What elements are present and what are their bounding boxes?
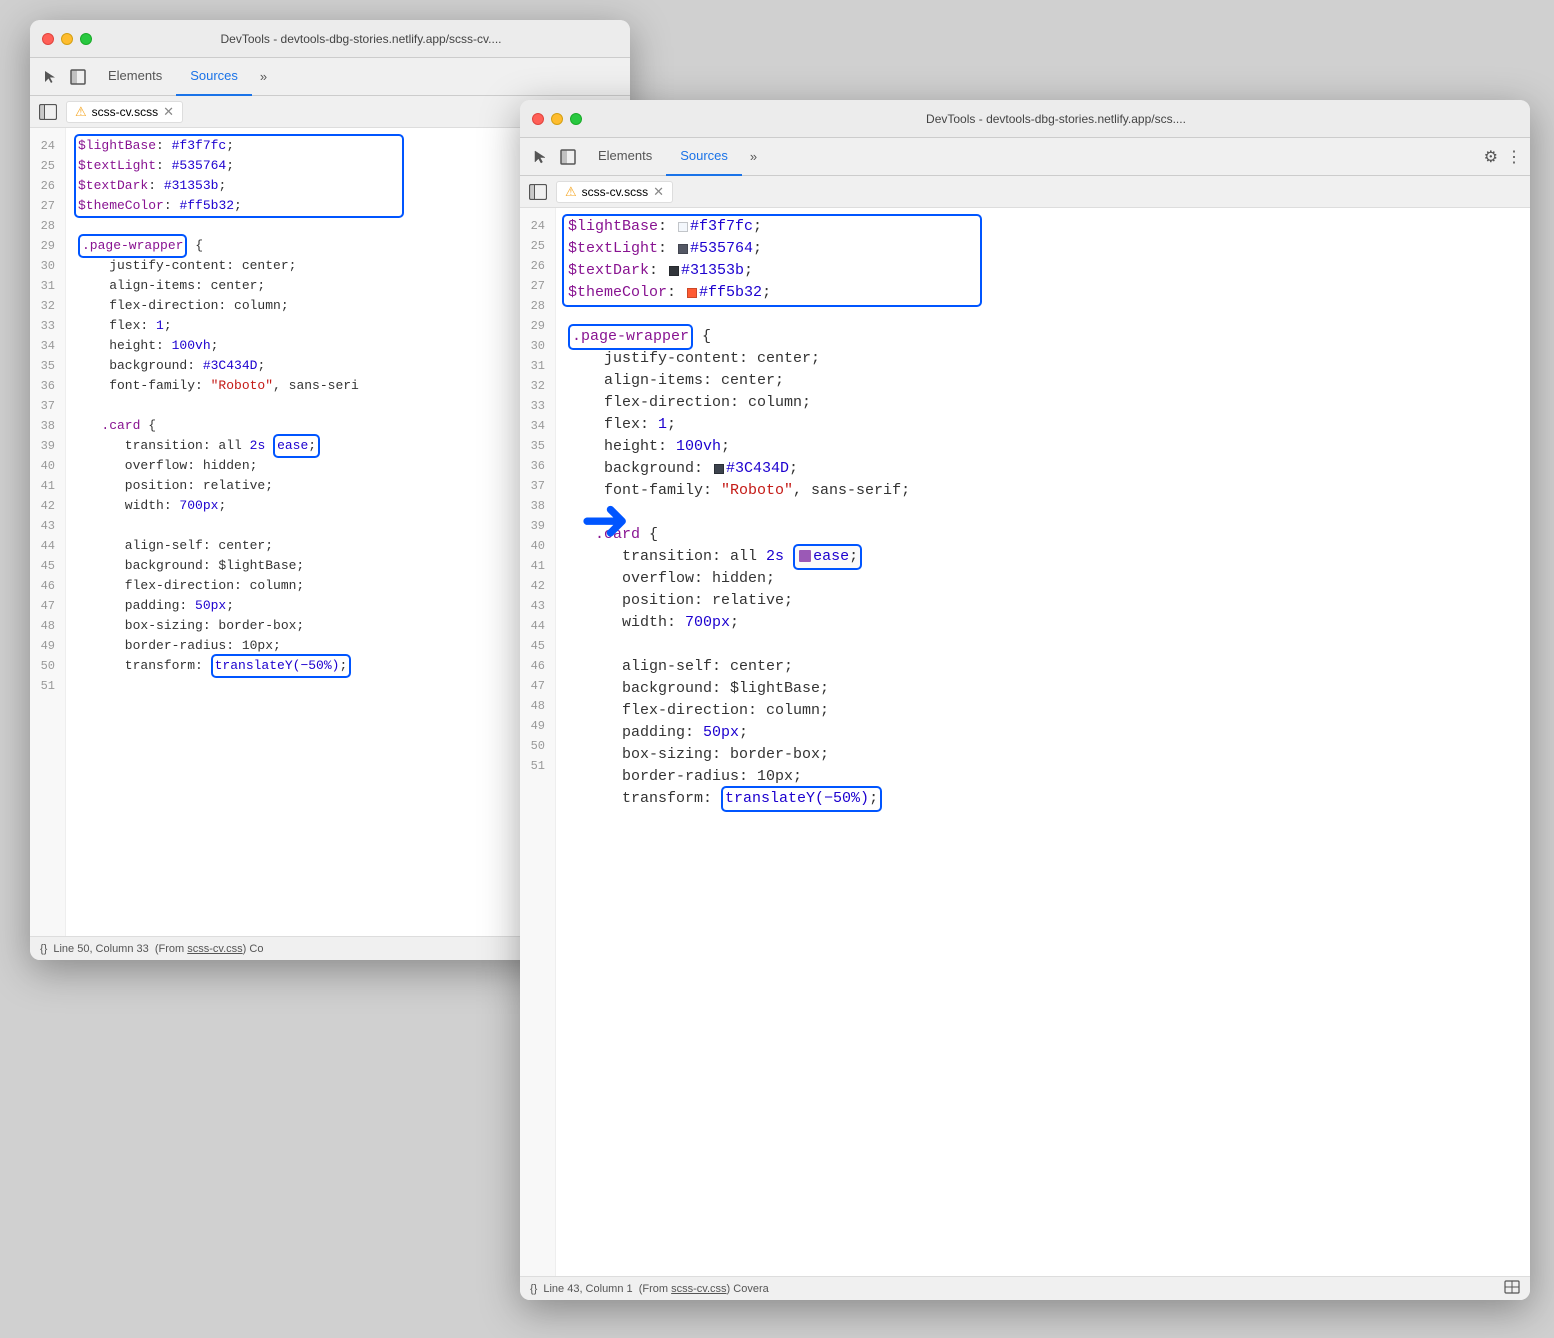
file-tab-1[interactable]: ⚠ scss-cv.scss ✕ bbox=[66, 101, 183, 123]
swatch-ff5b32 bbox=[687, 288, 697, 298]
titlebar-1: DevTools - devtools-dbg-stories.netlify.… bbox=[30, 20, 630, 58]
file-close-2[interactable]: ✕ bbox=[653, 184, 664, 200]
line-numbers-1: 2425262728293031323334353637383940414243… bbox=[30, 128, 66, 936]
r2-code-line-51 bbox=[568, 810, 1530, 832]
more-tabs-2[interactable]: » bbox=[742, 149, 765, 164]
more-options-icon-2[interactable]: ⋮ bbox=[1506, 147, 1522, 167]
settings-icon-2[interactable]: ⚙ bbox=[1484, 147, 1498, 167]
window-title-2: DevTools - devtools-dbg-stories.netlify.… bbox=[594, 112, 1518, 126]
tab-elements-2[interactable]: Elements bbox=[584, 138, 666, 176]
r2-code-line-32: flex-direction: column; bbox=[568, 392, 1530, 414]
r2-code-line-46: flex-direction: column; bbox=[568, 700, 1530, 722]
devtools-tabbar-2: Elements Sources » ⚙ ⋮ bbox=[520, 138, 1530, 176]
r2-code-line-37 bbox=[568, 502, 1530, 524]
close-button-2[interactable] bbox=[532, 113, 544, 125]
r2-code-line-25: $textLight: #535764; bbox=[568, 238, 1530, 260]
status-text-2: Line 43, Column 1 (From scss-cv.css) Cov… bbox=[543, 1283, 768, 1295]
minimize-button-1[interactable] bbox=[61, 33, 73, 45]
r2-code-line-26: $textDark: #31353b; bbox=[568, 260, 1530, 282]
ease-icon bbox=[799, 550, 811, 562]
r2-code-line-29: .page-wrapper { bbox=[568, 326, 1530, 348]
sidebar-toggle-1[interactable] bbox=[38, 102, 58, 122]
r2-code-line-47: padding: 50px; bbox=[568, 722, 1530, 744]
swatch-31353b bbox=[669, 266, 679, 276]
r2-code-line-50: transform: translateY(−50%); bbox=[568, 788, 1530, 810]
panel-icon-1[interactable] bbox=[66, 65, 90, 89]
cursor-icon-1[interactable] bbox=[38, 65, 62, 89]
r2-code-line-24: $lightBase: #f3f7fc; bbox=[568, 216, 1530, 238]
traffic-lights-1 bbox=[42, 33, 92, 45]
r2-code-line-49: border-radius: 10px; bbox=[568, 766, 1530, 788]
window-title-1: DevTools - devtools-dbg-stories.netlify.… bbox=[104, 32, 618, 46]
maximize-button-1[interactable] bbox=[80, 33, 92, 45]
tab-sources-1[interactable]: Sources bbox=[176, 58, 252, 96]
r2-code-line-43 bbox=[568, 634, 1530, 656]
r2-code-line-39: transition: all 2s ease; bbox=[568, 546, 1530, 568]
big-arrow: ➜ bbox=[580, 490, 630, 550]
status-link-1[interactable]: scss-cv.css bbox=[187, 943, 242, 955]
titlebar-2: DevTools - devtools-dbg-stories.netlify.… bbox=[520, 100, 1530, 138]
file-tab-2[interactable]: ⚠ scss-cv.scss ✕ bbox=[556, 181, 673, 203]
file-name-1: scss-cv.scss bbox=[92, 105, 158, 119]
swatch-3c434d bbox=[714, 464, 724, 474]
sources-toolbar-2: ⚠ scss-cv.scss ✕ bbox=[520, 176, 1530, 208]
r2-code-line-41: position: relative; bbox=[568, 590, 1530, 612]
cursor-icon-2[interactable] bbox=[528, 145, 552, 169]
panel-icon-2[interactable] bbox=[556, 145, 580, 169]
devtools-window-2: DevTools - devtools-dbg-stories.netlify.… bbox=[520, 100, 1530, 1300]
warning-icon-2: ⚠ bbox=[565, 184, 577, 200]
r2-code-line-48: box-sizing: border-box; bbox=[568, 744, 1530, 766]
code-content-2: $lightBase: #f3f7fc; $textLight: #535764… bbox=[556, 208, 1530, 1276]
braces-icon-1: {} bbox=[40, 943, 47, 955]
more-tabs-1[interactable]: » bbox=[252, 69, 275, 84]
settings-area-2: ⚙ ⋮ bbox=[1484, 147, 1522, 167]
file-close-1[interactable]: ✕ bbox=[163, 104, 174, 120]
maximize-button-2[interactable] bbox=[570, 113, 582, 125]
r2-code-line-35: background: #3C434D; bbox=[568, 458, 1530, 480]
warning-icon-1: ⚠ bbox=[75, 104, 87, 120]
r2-code-line-42: width: 700px; bbox=[568, 612, 1530, 634]
sidebar-toggle-2[interactable] bbox=[528, 182, 548, 202]
r2-code-line-27: $themeColor: #ff5b32; bbox=[568, 282, 1530, 304]
devtools-tabbar-1: Elements Sources » bbox=[30, 58, 630, 96]
r2-code-line-33: flex: 1; bbox=[568, 414, 1530, 436]
coverage-icon bbox=[1504, 1279, 1520, 1298]
r2-code-line-31: align-items: center; bbox=[568, 370, 1530, 392]
code-editor-2: 2425262728293031323334353637383940414243… bbox=[520, 208, 1530, 1276]
status-text-1: Line 50, Column 33 (From scss-cv.css) Co bbox=[53, 943, 263, 955]
braces-icon-2: {} bbox=[530, 1283, 537, 1295]
r2-code-line-28 bbox=[568, 304, 1530, 326]
swatch-535764 bbox=[678, 244, 688, 254]
tab-elements-1[interactable]: Elements bbox=[94, 58, 176, 96]
file-name-2: scss-cv.scss bbox=[582, 185, 648, 199]
r2-code-line-30: justify-content: center; bbox=[568, 348, 1530, 370]
line-numbers-2: 2425262728293031323334353637383940414243… bbox=[520, 208, 556, 1276]
status-link-2[interactable]: scss-cv.css bbox=[671, 1283, 726, 1295]
r2-code-line-44: align-self: center; bbox=[568, 656, 1530, 678]
r2-code-line-38: .card { bbox=[568, 524, 1530, 546]
r2-code-line-40: overflow: hidden; bbox=[568, 568, 1530, 590]
r2-code-line-36: font-family: "Roboto", sans-serif; bbox=[568, 480, 1530, 502]
status-bar-2: {} Line 43, Column 1 (From scss-cv.css) … bbox=[520, 1276, 1530, 1300]
tab-sources-2[interactable]: Sources bbox=[666, 138, 742, 176]
minimize-button-2[interactable] bbox=[551, 113, 563, 125]
traffic-lights-2 bbox=[532, 113, 582, 125]
swatch-f3f7fc bbox=[678, 222, 688, 232]
r2-code-line-45: background: $lightBase; bbox=[568, 678, 1530, 700]
close-button-1[interactable] bbox=[42, 33, 54, 45]
r2-code-line-34: height: 100vh; bbox=[568, 436, 1530, 458]
